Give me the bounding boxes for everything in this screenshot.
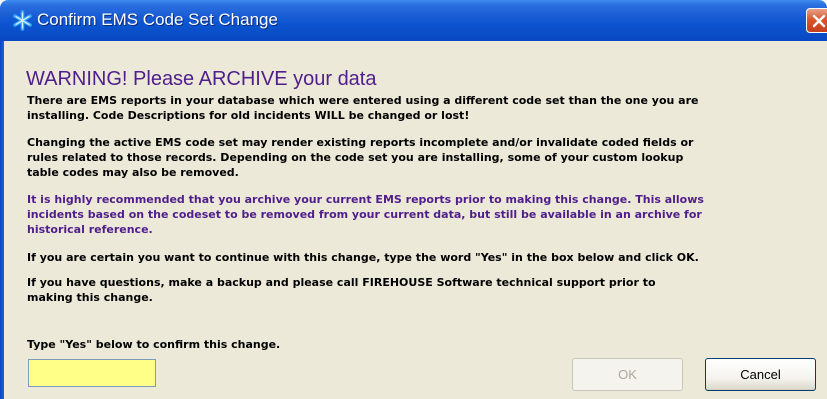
support-notice: If you have questions, make a backup and…: [27, 275, 817, 305]
close-button[interactable]: [806, 8, 827, 33]
paragraph-line: If you have questions, make a backup and…: [27, 276, 656, 289]
asterisk-star-icon: [13, 10, 32, 31]
cancel-button[interactable]: Cancel: [705, 358, 816, 391]
confirm-label: Type "Yes" below to confirm this change.: [27, 338, 281, 351]
confirm-yes-input[interactable]: [28, 359, 156, 387]
archive-recommendation: It is highly recommended that you archiv…: [27, 192, 817, 237]
paragraph-line: incidents based on the codeset to be rem…: [27, 208, 702, 221]
paragraph-line: historical reference.: [27, 223, 153, 236]
continue-instructions: If you are certain you want to continue …: [27, 250, 817, 265]
paragraph-line: Changing the active EMS code set may ren…: [27, 136, 694, 149]
paragraph-line: There are EMS reports in your database w…: [27, 94, 699, 107]
warning-heading: WARNING! Please ARCHIVE your data: [26, 68, 377, 90]
paragraph-line: making this change.: [27, 291, 153, 304]
close-icon: [812, 14, 826, 28]
paragraph-line: installing. Code Descriptions for old in…: [27, 109, 470, 122]
code-set-impact-notice: Changing the active EMS code set may ren…: [27, 135, 817, 180]
paragraph-line: If you are certain you want to continue …: [27, 251, 699, 264]
paragraph-line: rules related to those records. Dependin…: [27, 151, 684, 164]
dialog-window: Confirm EMS Code Set Change WARNING! Ple…: [0, 0, 827, 399]
title-bar[interactable]: Confirm EMS Code Set Change: [0, 0, 827, 41]
paragraph-line: table codes may also be removed.: [27, 166, 239, 179]
window-title: Confirm EMS Code Set Change: [37, 10, 278, 29]
reports-code-set-warning: There are EMS reports in your database w…: [27, 93, 817, 123]
paragraph-line: It is highly recommended that you archiv…: [27, 193, 704, 206]
ok-button[interactable]: OK: [572, 358, 683, 391]
